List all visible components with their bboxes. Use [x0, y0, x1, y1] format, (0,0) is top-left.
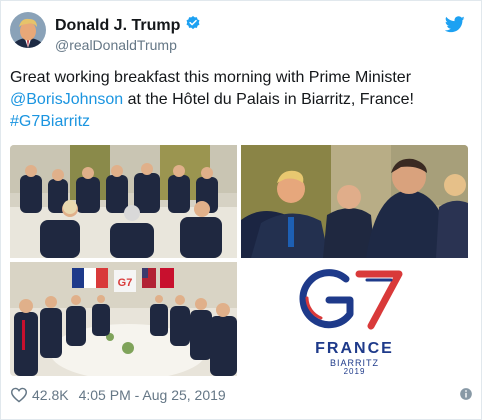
- info-icon[interactable]: [459, 387, 473, 406]
- g7-france-text: FRANCE: [315, 340, 394, 357]
- hashtag-link[interactable]: #G7Biarritz: [10, 113, 90, 130]
- g7-year-text: 2019: [343, 367, 366, 376]
- g7-france-logo[interactable]: FRANCE BIARRITZ 2019: [241, 262, 468, 376]
- twitter-bird-icon[interactable]: [444, 16, 465, 38]
- author-name-row[interactable]: Donald J. Trump: [55, 15, 201, 36]
- like-count[interactable]: 42.8K: [32, 387, 69, 403]
- tweet-text-part: Great working breakfast this morning wit…: [10, 69, 412, 86]
- avatar[interactable]: [10, 12, 46, 48]
- tweet-text-part: at the Hôtel du Palais in Biarritz, Fran…: [123, 91, 414, 108]
- svg-text:G7: G7: [118, 277, 133, 289]
- photo-meeting-wide[interactable]: [10, 145, 237, 258]
- heart-icon[interactable]: [10, 387, 28, 403]
- photo-meeting-closeup[interactable]: [241, 145, 468, 258]
- timestamp[interactable]: 4:05 PM - Aug 25, 2019: [79, 387, 226, 403]
- mention-link[interactable]: @BorisJohnson: [10, 91, 123, 108]
- verified-badge-icon: [185, 15, 201, 36]
- photo-dinner-table[interactable]: G7: [10, 262, 237, 376]
- user-handle[interactable]: @realDonaldTrump: [55, 37, 177, 53]
- tweet-footer: 42.8K 4:05 PM - Aug 25, 2019: [10, 385, 474, 405]
- tweet-card: Donald J. Trump @realDonaldTrump Great w…: [0, 0, 482, 420]
- media-grid: G7 FRANCE BIARRITZ 2019: [10, 145, 468, 376]
- display-name[interactable]: Donald J. Trump: [55, 17, 180, 35]
- tweet-text: Great working breakfast this morning wit…: [10, 67, 465, 133]
